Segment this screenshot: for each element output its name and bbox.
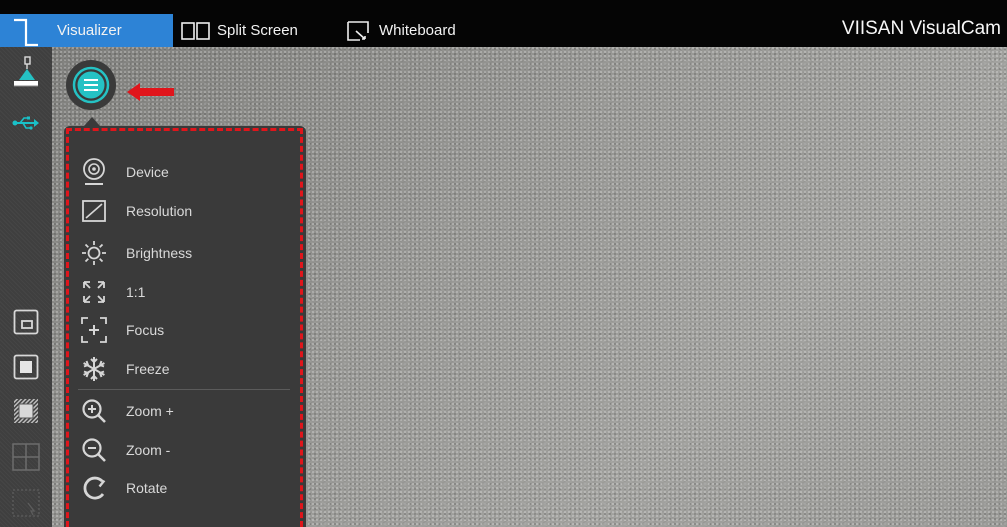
menu-item-label: Brightness [126,245,193,261]
menu-caret [84,117,100,126]
split-screen-icon [181,21,210,40]
brightness-icon [78,238,110,268]
menu-item-brightness[interactable]: Brightness [78,238,298,268]
tab-visualizer-label: Visualizer [57,22,122,39]
resolution-icon [78,196,110,226]
menu-item-label: Resolution [126,203,193,219]
grid-quad-button[interactable] [10,441,42,473]
menu-item-focus[interactable]: Focus [78,315,298,345]
menu-item-resolution[interactable]: Resolution [78,196,298,226]
menu-toggle-button[interactable] [66,60,116,110]
menu-item-label: 1:1 [126,284,146,300]
picture-in-picture-icon [13,309,39,335]
tab-visualizer[interactable]: Visualizer [0,14,173,47]
menu-item-label: Focus [126,322,165,338]
top-bar: Visualizer Split Screen Whiteboard VIISA… [0,0,1007,47]
menu-item-actual-size[interactable]: 1:1 [78,277,298,307]
select-region-icon [12,489,40,517]
tab-whiteboard-label: Whiteboard [379,22,456,39]
menu-item-label: Device [126,164,169,180]
whiteboard-icon [347,20,369,41]
menu-item-label: Zoom - [126,442,171,458]
menu-item-freeze[interactable]: Freeze [78,354,298,384]
menu-item-rotate[interactable]: Rotate [78,473,298,503]
red-arrow-annotation [127,83,174,101]
picture-in-picture-button[interactable] [10,306,42,338]
visualizer-icon [14,18,38,47]
focus-icon [78,315,110,345]
menu-item-label: Freeze [126,361,170,377]
zoom-in-icon [78,396,110,426]
menu-item-device[interactable]: Device [78,157,298,187]
snowflake-icon [78,354,110,384]
document-camera-icon [14,56,38,87]
webcam-icon [78,157,110,187]
left-toolbar [0,47,52,527]
rotate-icon [78,473,110,503]
stop-square-icon [13,354,39,380]
document-camera-button[interactable] [10,56,42,89]
stop-button[interactable] [10,351,42,383]
menu-separator [78,389,290,390]
tab-split-screen[interactable]: Split Screen [181,14,298,47]
menu-item-label: Zoom + [126,403,174,419]
crop-frame-button[interactable] [10,395,42,427]
zoom-out-icon [78,435,110,465]
select-region-button[interactable] [10,487,42,519]
usb-button[interactable] [10,113,42,133]
usb-icon [12,116,39,130]
tab-whiteboard[interactable]: Whiteboard [347,14,456,47]
menu-item-label: Rotate [126,480,168,496]
menu-list-icon [72,66,110,104]
menu-item-zoom-out[interactable]: Zoom - [78,435,298,465]
brand-title: VIISAN VisualCam [841,18,1001,39]
tab-split-screen-label: Split Screen [217,22,298,39]
crop-frame-icon [14,399,38,423]
actual-size-icon [78,277,110,307]
grid-quad-icon [12,443,40,471]
menu-item-zoom-in[interactable]: Zoom + [78,396,298,426]
